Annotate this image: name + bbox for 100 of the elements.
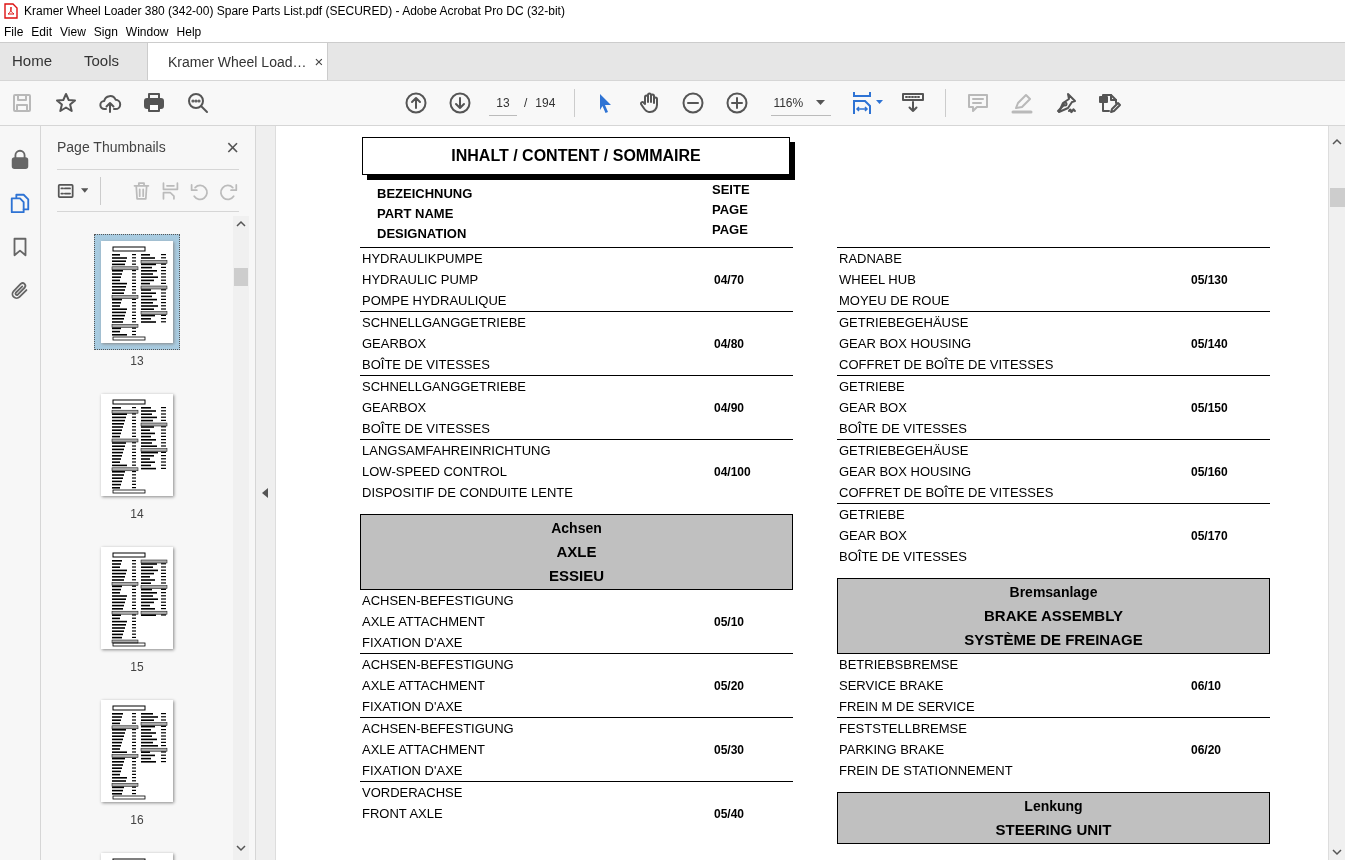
part-name: DISPOSITIF DE CONDUITE LENTE [362, 483, 574, 502]
page-number-label: 15 [130, 659, 144, 676]
close-button[interactable]: × [226, 136, 239, 159]
section-title: AXLE [556, 541, 597, 562]
zoom-in-icon[interactable] [725, 91, 750, 115]
close-tab-button[interactable]: × [314, 50, 324, 74]
page-number: 05/170 [1191, 527, 1228, 545]
tab[interactable]: Kramer Wheel Load… × [147, 43, 328, 81]
print-icon[interactable] [142, 91, 166, 115]
page-number: 04/70 [714, 271, 745, 289]
part-name: VORDERACHSE [362, 783, 464, 802]
menu-item[interactable]: Help [172, 22, 206, 42]
part-name: HYDRAULIKPUMPE [362, 249, 484, 268]
part-name: FIXATION D'AXE [362, 697, 464, 716]
page-number: 04/100 [714, 463, 751, 481]
column-heading: BEZEICHNUNG [377, 185, 474, 204]
part-name: BOÎTE DE VITESSES [362, 419, 491, 438]
part-name: COFFRET DE BOÎTE DE VITESSES [839, 483, 1055, 502]
contents-title: INHALT / CONTENT / SOMMAIRE [362, 137, 795, 180]
part-name: SCHNELLGANGGETRIEBE [362, 313, 527, 332]
part-name: RADNABE [839, 249, 903, 268]
section-title: BRAKE ASSEMBLY [984, 605, 1123, 626]
page-count: 194 [535, 95, 556, 112]
menu-item[interactable]: Edit [27, 22, 57, 42]
column-heading: SEITE [712, 181, 750, 200]
page-number: 04/80 [714, 335, 745, 353]
part-name: GEAR BOX HOUSING [839, 334, 973, 353]
page-number: 05/160 [1191, 463, 1228, 481]
part-name: FESTSTELLBREMSE [839, 719, 968, 738]
collapse-icon[interactable] [262, 488, 269, 498]
section-title: Achsen [551, 518, 602, 538]
part-name: BOÎTE DE VITESSES [362, 355, 491, 374]
menu-item[interactable]: View [56, 22, 90, 42]
arrow-up-icon[interactable] [404, 91, 428, 115]
caret-icon[interactable] [816, 100, 826, 105]
scroll-up-icon[interactable] [236, 220, 246, 228]
part-name: FIXATION D'AXE [362, 761, 464, 780]
part-name: GETRIEBE [839, 505, 906, 524]
search-icon[interactable] [186, 91, 210, 115]
pages-icon[interactable] [9, 192, 31, 214]
star-icon[interactable] [54, 91, 78, 115]
caret-icon[interactable] [80, 188, 89, 193]
arrow-down-icon[interactable] [448, 91, 472, 115]
part-name: GEAR BOX [839, 398, 908, 417]
panel-title: Page Thumbnails [57, 138, 166, 157]
page-number-label: 16 [130, 812, 144, 829]
page-number: 06/10 [1191, 677, 1222, 695]
part-name: MOYEU DE ROUE [839, 291, 951, 310]
pen-icon[interactable] [1054, 91, 1079, 115]
part-name: PARKING BRAKE [839, 740, 946, 759]
menu-item[interactable]: Sign [89, 22, 122, 42]
part-name: AXLE ATTACHMENT [362, 740, 487, 759]
lock-icon[interactable] [9, 148, 31, 170]
page-number: 06/20 [1191, 741, 1222, 759]
page-number-label: 14 [130, 506, 144, 523]
part-name: AXLE ATTACHMENT [362, 612, 487, 631]
menu-item[interactable]: File [0, 22, 28, 42]
part-name: AXLE ATTACHMENT [362, 676, 487, 695]
part-name: ACHSEN-BEFESTIGUNG [362, 591, 515, 610]
part-name: LANGSAMFAHREINRICHTUNG [362, 441, 552, 460]
scroll-down-icon[interactable] [236, 844, 246, 852]
page-number-field[interactable]: 13 [489, 90, 517, 116]
part-name: ACHSEN-BEFESTIGUNG [362, 655, 515, 674]
part-name: SERVICE BRAKE [839, 676, 945, 695]
pdf-file-icon [4, 3, 18, 19]
scrollbar-thumb[interactable] [1329, 188, 1345, 207]
section-title: Lenkung [1024, 796, 1083, 816]
column-heading: PART NAME [377, 205, 455, 224]
page-separator: / [524, 95, 528, 112]
part-name: BOÎTE DE VITESSES [839, 547, 968, 566]
part-name: GEAR BOX [839, 526, 908, 545]
zoom-field[interactable]: 116% [771, 90, 832, 116]
page-number: 05/30 [714, 741, 745, 759]
part-name: GETRIEBE [839, 377, 906, 396]
part-name: FIXATION D'AXE [362, 633, 464, 652]
section-title: ESSIEU [549, 565, 604, 586]
section-title: SYSTÈME DE FREINAGE [964, 629, 1143, 650]
part-name: GEAR BOX HOUSING [839, 462, 973, 481]
part-name: HYDRAULIC PUMP [362, 270, 480, 289]
page-number: 05/40 [714, 805, 745, 823]
menu-item[interactable]: Window [121, 22, 173, 42]
column-heading: PAGE [712, 201, 749, 220]
part-name: LOW-SPEED CONTROL [362, 462, 508, 481]
edit-icon[interactable] [1098, 91, 1123, 115]
page-number: 04/90 [714, 399, 745, 417]
section-title: Bremsanlage [1009, 582, 1098, 602]
part-name: BOÎTE DE VITESSES [839, 419, 968, 438]
part-name: GEARBOX [362, 398, 428, 417]
scroll-mode-icon[interactable] [901, 91, 926, 115]
page-number: 05/20 [714, 677, 745, 695]
page-thumbnail[interactable] [94, 234, 180, 350]
page-number: 05/140 [1191, 335, 1228, 353]
page-number: 05/150 [1191, 399, 1228, 417]
fit-page-icon[interactable] [851, 91, 886, 115]
zoom-out-icon[interactable] [681, 91, 706, 115]
scroll-down-icon[interactable] [1332, 848, 1342, 856]
scroll-up-icon[interactable] [1332, 138, 1342, 146]
scrollbar-thumb[interactable] [234, 268, 248, 286]
part-name: FREIN M DE SERVICE [839, 697, 976, 716]
page-number-label: 13 [130, 353, 144, 370]
